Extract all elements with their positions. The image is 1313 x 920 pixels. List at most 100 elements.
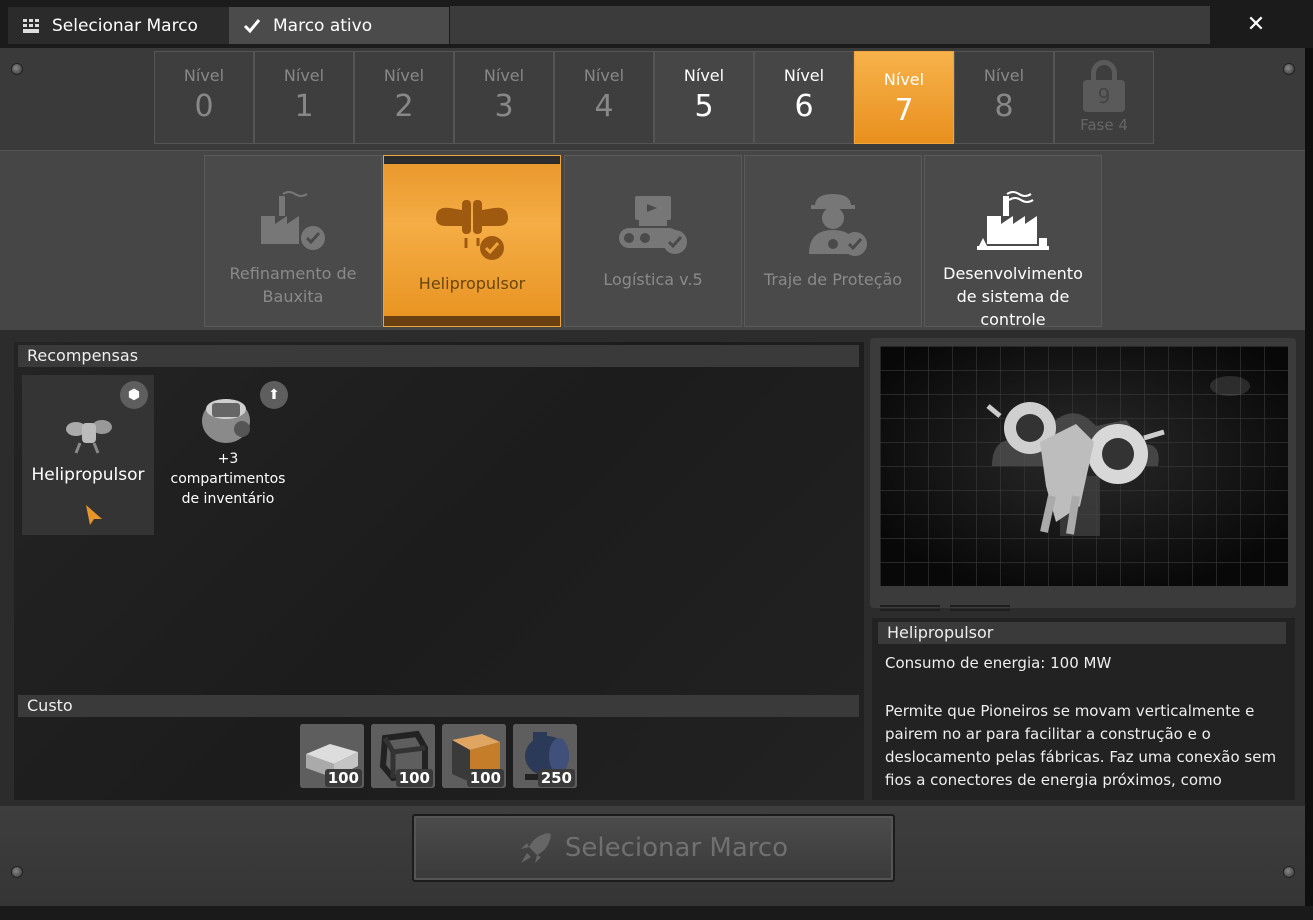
conveyor-check-icon [619, 196, 687, 254]
level-number: 1 [294, 89, 314, 124]
panel-vents [880, 592, 1020, 611]
milestone-cards: Refinamento de Bauxita Helipropulsor Log… [0, 150, 1305, 330]
window-edge [1305, 48, 1313, 920]
milestone-card-jetpack[interactable]: Helipropulsor [383, 155, 561, 327]
details-area: Recompensas ⬢ Helipropulsor ⬆ +3 compart… [0, 330, 1305, 806]
reward-label-line: compartimentos [170, 471, 286, 487]
cost-item-frame[interactable]: 100 [371, 724, 435, 788]
level-label: Nível [583, 66, 625, 85]
milestone-card-hazmat[interactable]: Traje de Proteção [744, 155, 922, 327]
checkmark-icon [243, 18, 261, 33]
level-number: 7 [894, 93, 914, 128]
level-number: 6 [794, 89, 814, 124]
close-icon[interactable]: ✕ [1241, 10, 1271, 40]
milestone-label: Refinamento de Bauxita [229, 264, 357, 306]
level-number: 5 [694, 89, 714, 124]
description-panel: Helipropulsor Consumo de energia: 100 MW… [872, 618, 1295, 800]
screw-icon [11, 63, 23, 75]
level-label: Nível [283, 66, 325, 85]
description-text: Permite que Pioneiros se movam verticalm… [885, 702, 1277, 789]
cost-list: 100 100 100 250 [300, 724, 584, 788]
select-milestone-button[interactable]: Selecionar Marco [412, 814, 895, 882]
level-label: Nível [383, 66, 425, 85]
level-label: Nível [783, 66, 825, 85]
tab-label: Marco ativo [273, 15, 373, 36]
tab-label: Selecionar Marco [52, 15, 198, 36]
reward-jetpack[interactable]: ⬢ Helipropulsor [22, 375, 154, 535]
level-number: 8 [994, 89, 1014, 124]
level-number: 2 [394, 89, 414, 124]
inventory-bag-image [202, 399, 250, 443]
level-tile-6[interactable]: Nível 6 [754, 51, 854, 144]
level-label: Nível [983, 66, 1025, 85]
milestone-card-bauxite[interactable]: Refinamento de Bauxita [204, 155, 382, 327]
reward-label: +3 compartimentos de inventário [162, 449, 294, 509]
milestone-card-control-system[interactable]: Desenvolvimento de sistema de controle [924, 155, 1102, 329]
tab-select-milestone[interactable]: Selecionar Marco [8, 7, 229, 44]
reward-label: Helipropulsor [31, 465, 145, 485]
factory-icon [977, 191, 1049, 250]
cost-quantity: 100 [466, 769, 504, 787]
level-selector: Nível 0 Nível 1 Nível 2 Nível 3 Nível 4 Nível… [154, 51, 1154, 145]
reward-inventory-slots[interactable]: ⬆ +3 compartimentos de inventário [162, 375, 294, 535]
level-tile-7[interactable]: Nível 7 [854, 51, 954, 144]
hazmat-check-icon [809, 194, 867, 256]
milestone-label: Traje de Proteção [763, 270, 903, 289]
jetpack-image [66, 420, 112, 454]
level-number: 4 [594, 89, 614, 124]
jetpack-check-icon [436, 200, 508, 260]
level-number: 0 [194, 89, 214, 124]
level-tile-0[interactable]: Nível 0 [154, 51, 254, 144]
level-tile-1[interactable]: Nível 1 [254, 51, 354, 144]
cursor-icon [86, 505, 102, 525]
level-label: Nível [483, 66, 525, 85]
screw-icon [1283, 866, 1295, 878]
level-label: Nível [883, 70, 925, 89]
level-tile-9-locked[interactable]: 9 Fase 4 [1054, 51, 1154, 144]
rewards-panel: Recompensas ⬢ Helipropulsor ⬆ +3 compart… [14, 342, 864, 800]
level-label: Nível [183, 66, 225, 85]
power-consumption: Consumo de energia: 100 MW [885, 654, 1112, 672]
level-tile-8[interactable]: Nível 8 [954, 51, 1054, 144]
cost-item-motor[interactable]: 250 [513, 724, 577, 788]
milestone-label: Helipropulsor [418, 274, 526, 293]
level-label: Nível [683, 66, 725, 85]
milestone-label: Logística v.5 [603, 270, 703, 289]
upgrade-arrow-icon: ⬆ [260, 381, 288, 409]
level-tile-5[interactable]: Nível 5 [654, 51, 754, 144]
screw-icon [11, 866, 23, 878]
level-tile-3[interactable]: Nível 3 [454, 51, 554, 144]
milestone-label: Desenvolvimento de sistema de controle [943, 264, 1083, 329]
locked-level-number: 9 [1083, 80, 1125, 112]
milestone-card-logistics[interactable]: Logística v.5 [564, 155, 742, 327]
grid-icon [23, 18, 39, 33]
cost-quantity: 100 [324, 769, 362, 787]
milestone-window: Nível 0 Nível 1 Nível 2 Nível 3 Nível 4 Nível… [0, 48, 1305, 906]
description-title: Helipropulsor [878, 622, 1286, 644]
cube-icon: ⬢ [120, 381, 148, 409]
rocket-icon [520, 833, 551, 863]
preview-screen [880, 346, 1288, 586]
lock-icon: 9 [1081, 60, 1127, 114]
phase-label: Fase 4 [1080, 116, 1128, 134]
cost-item-computer[interactable]: 100 [442, 724, 506, 788]
level-number: 3 [494, 89, 514, 124]
cost-item-aluminum-ingot[interactable]: 100 [300, 724, 364, 788]
tab-active-milestone[interactable]: Marco ativo [229, 7, 449, 44]
select-button-label: Selecionar Marco [564, 833, 789, 863]
level-tile-2[interactable]: Nível 2 [354, 51, 454, 144]
factory-check-icon [261, 191, 325, 250]
preview-panel [870, 338, 1296, 608]
cost-header: Custo [18, 695, 859, 717]
rewards-header: Recompensas [18, 345, 859, 367]
bottom-edge [0, 906, 1313, 920]
top-bar: Selecionar Marco Marco ativo ✕ [0, 0, 1313, 48]
level-tile-4[interactable]: Nível 4 [554, 51, 654, 144]
cost-quantity: 100 [395, 769, 433, 787]
jetpack-preview-image [880, 346, 1288, 586]
footer: Selecionar Marco [0, 806, 1305, 906]
cost-quantity: 250 [537, 769, 575, 787]
reward-label-line: de inventário [181, 491, 275, 507]
tab-bar-background [450, 6, 1210, 44]
reward-label-line: +3 [217, 451, 239, 467]
